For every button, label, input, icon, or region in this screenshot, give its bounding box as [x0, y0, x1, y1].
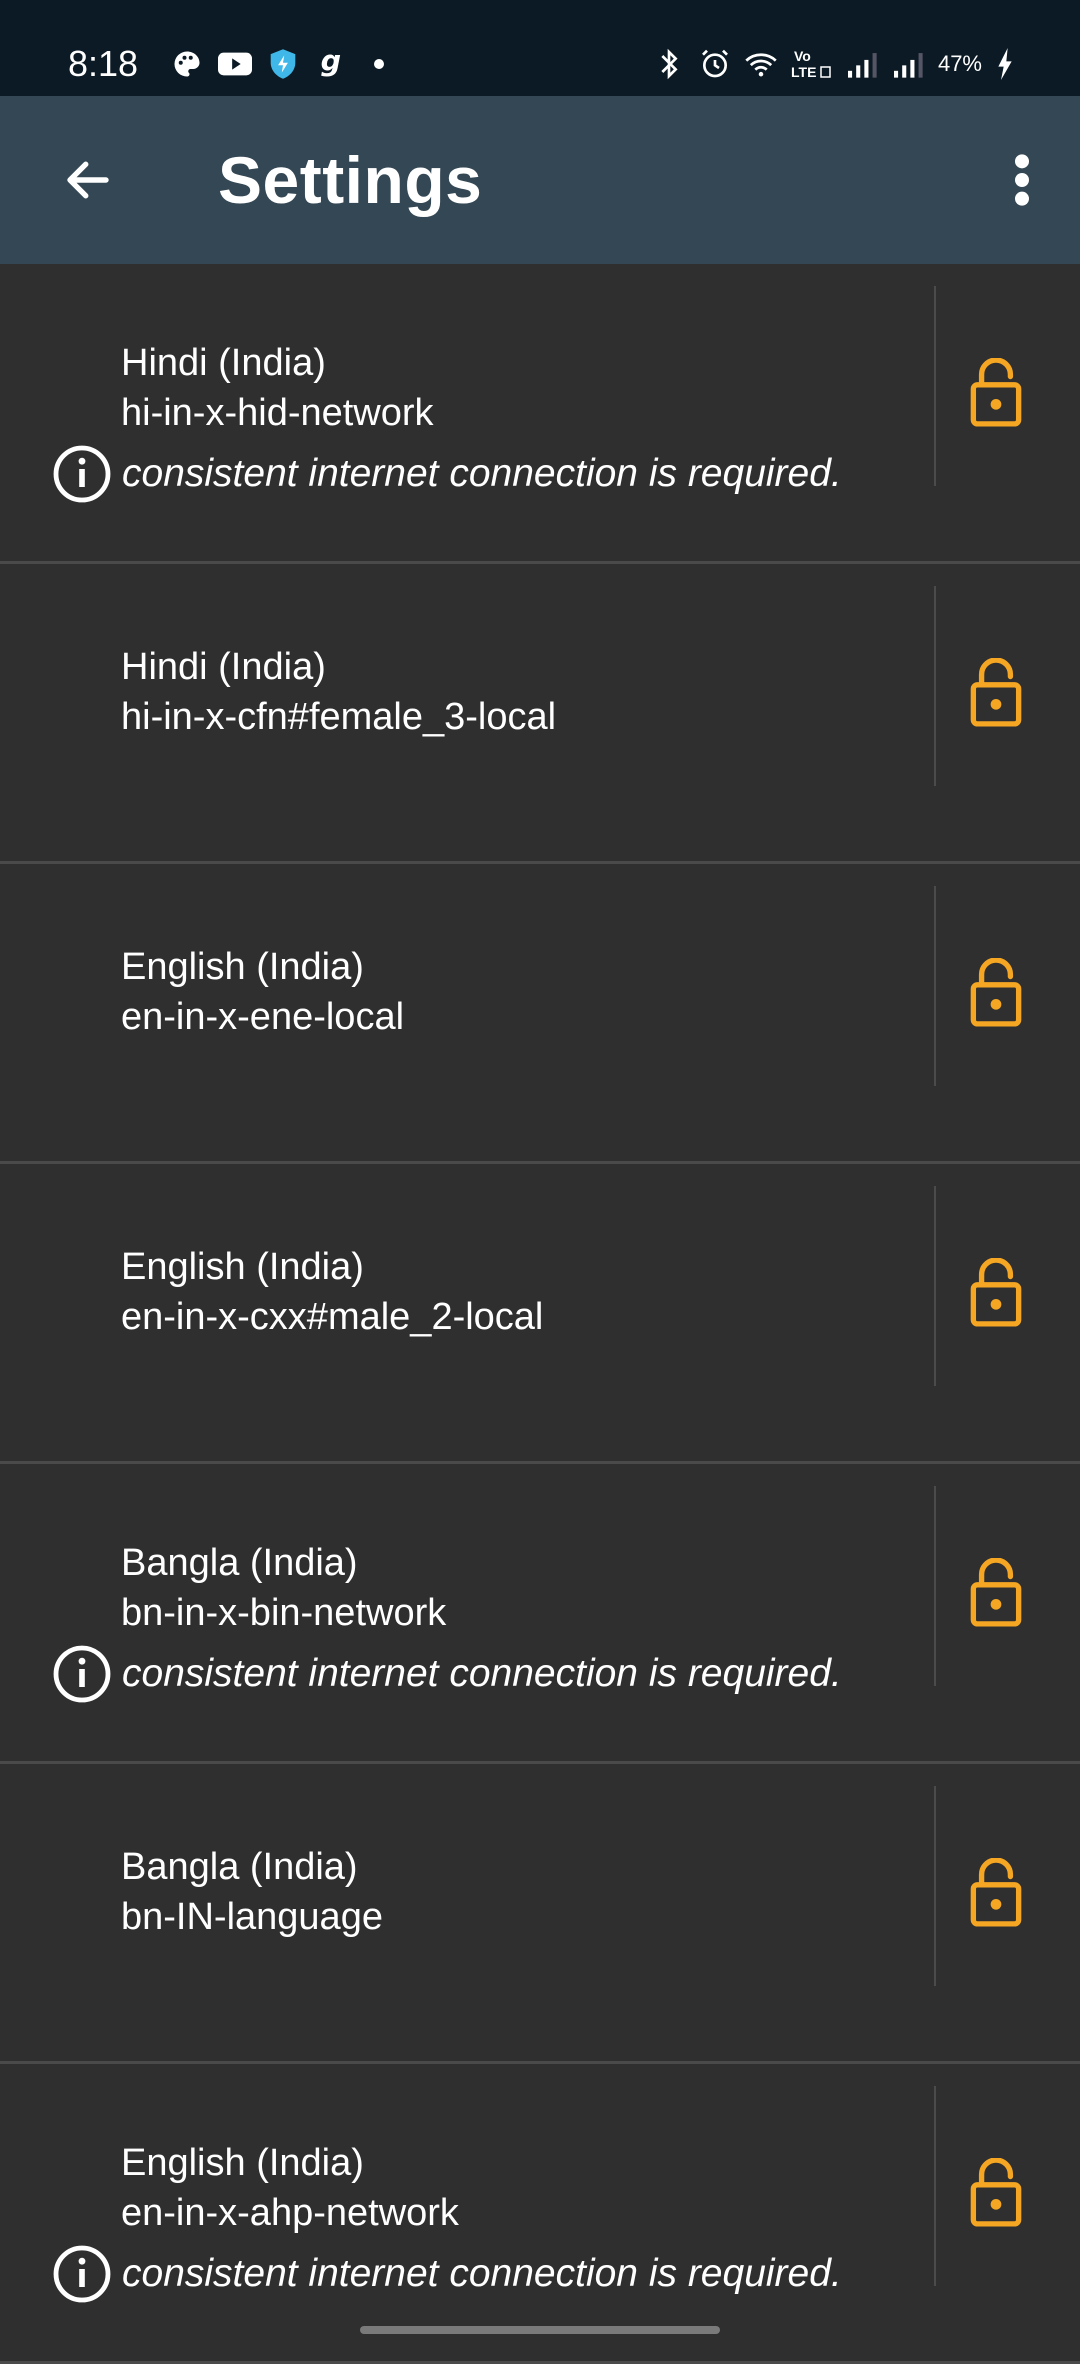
- voice-language: Bangla (India): [121, 1542, 358, 1584]
- system-icons: Vo LTE 47%: [652, 46, 1016, 82]
- svg-text:g: g: [321, 47, 341, 78]
- signal-icon-2: [892, 47, 926, 81]
- lock-open-icon: [970, 1258, 1022, 1327]
- lock-voice-button[interactable]: [958, 1248, 1034, 1338]
- voice-note-text: consistent internet connection is requir…: [122, 2252, 842, 2295]
- lock-voice-button[interactable]: [958, 2148, 1034, 2238]
- voice-id: en-in-x-cxx#male_2-local: [121, 1296, 544, 1338]
- home-indicator[interactable]: [360, 2326, 720, 2334]
- voice-note-text: consistent internet connection is requir…: [122, 1652, 842, 1695]
- voice-texts: English (India) en-in-x-cxx#male_2-local: [121, 1242, 543, 1342]
- lock-open-icon: [970, 358, 1022, 427]
- voice-texts: Bangla (India) bn-IN-language: [121, 1842, 383, 1942]
- charging-icon: [994, 47, 1016, 81]
- voice-language: English (India): [121, 946, 364, 988]
- voice-id: bn-IN-language: [121, 1896, 383, 1938]
- wifi-icon: [744, 47, 778, 81]
- row-divider: [934, 1186, 936, 1386]
- voice-id: en-in-x-ene-local: [121, 996, 405, 1038]
- signal-icon: [846, 47, 880, 81]
- info-icon: [52, 1644, 112, 1704]
- voice-note-text: consistent internet connection is requir…: [122, 452, 842, 495]
- battery-percentage: 47%: [937, 51, 982, 76]
- voice-row[interactable]: Hindi (India) hi-in-x-cfn#female_3-local: [0, 564, 1080, 864]
- voice-row[interactable]: English (India) en-in-x-ene-local: [0, 864, 1080, 1164]
- lock-voice-button[interactable]: [958, 948, 1034, 1038]
- voice-id: hi-in-x-hid-network: [121, 392, 434, 434]
- voice-language: Hindi (India): [121, 646, 326, 688]
- app-bar: Settings: [0, 96, 1080, 264]
- back-button[interactable]: [48, 140, 128, 220]
- voice-texts: Hindi (India) hi-in-x-cfn#female_3-local: [121, 642, 556, 742]
- voice-row[interactable]: Bangla (India) bn-in-x-bin-network consist…: [0, 1464, 1080, 1764]
- voice-id: bn-in-x-bin-network: [121, 1592, 447, 1634]
- voice-row[interactable]: Hindi (India) hi-in-x-hid-network consiste…: [0, 264, 1080, 564]
- lock-open-icon: [970, 958, 1022, 1027]
- palette-icon: [170, 47, 204, 81]
- voice-id: hi-in-x-cfn#female_3-local: [121, 696, 557, 738]
- volte-icon: Vo LTE: [790, 47, 834, 81]
- arrow-left-icon: [67, 161, 109, 199]
- voice-id: en-in-x-ahp-network: [121, 2192, 459, 2234]
- info-icon: [52, 444, 112, 504]
- bluetooth-icon: [652, 47, 686, 81]
- lock-voice-button[interactable]: [958, 648, 1034, 738]
- row-divider: [934, 286, 936, 486]
- g-app-icon: g: [314, 47, 348, 81]
- voice-language: Bangla (India): [121, 1846, 358, 1888]
- voice-row[interactable]: English (India) en-in-x-cxx#male_2-local: [0, 1164, 1080, 1464]
- voice-note: consistent internet connection is requir…: [52, 2244, 842, 2304]
- info-icon: [52, 2244, 112, 2304]
- dot-icon: [362, 47, 396, 81]
- voice-note: consistent internet connection is requir…: [52, 1644, 842, 1704]
- voice-texts: English (India) en-in-x-ene-local: [121, 942, 404, 1042]
- row-divider: [934, 1486, 936, 1686]
- voice-language: English (India): [121, 1246, 364, 1288]
- alarm-icon: [698, 47, 732, 81]
- lock-voice-button[interactable]: [958, 1548, 1034, 1638]
- status-bar: 8:18 g Vo LTE 47%: [0, 0, 1080, 96]
- row-divider: [934, 586, 936, 786]
- voice-row[interactable]: Bangla (India) bn-IN-language: [0, 1764, 1080, 2064]
- lock-open-icon: [970, 1858, 1022, 1927]
- voice-language: Hindi (India): [121, 342, 326, 384]
- voice-texts: Bangla (India) bn-in-x-bin-network: [121, 1538, 446, 1638]
- lock-open-icon: [970, 658, 1022, 727]
- svg-text:LTE: LTE: [791, 64, 816, 80]
- lock-voice-button[interactable]: [958, 1848, 1034, 1938]
- row-divider: [934, 1786, 936, 1986]
- notification-icons: g: [170, 46, 396, 82]
- shield-icon: [266, 47, 300, 81]
- voice-texts: English (India) en-in-x-ahp-network: [121, 2138, 459, 2238]
- voice-row[interactable]: English (India) en-in-x-ahp-network consis…: [0, 2064, 1080, 2364]
- status-time: 8:18: [68, 43, 139, 84]
- lock-voice-button[interactable]: [958, 348, 1034, 438]
- svg-text:Vo: Vo: [794, 48, 811, 64]
- lock-open-icon: [970, 1558, 1022, 1627]
- more-vertical-icon: [1015, 154, 1029, 206]
- voice-language: English (India): [121, 2142, 364, 2184]
- voice-texts: Hindi (India) hi-in-x-hid-network: [121, 338, 434, 438]
- lock-open-icon: [970, 2158, 1022, 2227]
- voice-note: consistent internet connection is requir…: [52, 444, 842, 504]
- more-options-button[interactable]: [982, 140, 1062, 220]
- row-divider: [934, 886, 936, 1086]
- row-divider: [934, 2086, 936, 2286]
- youtube-icon: [218, 47, 252, 81]
- page-title: Settings: [218, 143, 483, 217]
- voice-list: Hindi (India) hi-in-x-hid-network consiste…: [0, 264, 1080, 2364]
